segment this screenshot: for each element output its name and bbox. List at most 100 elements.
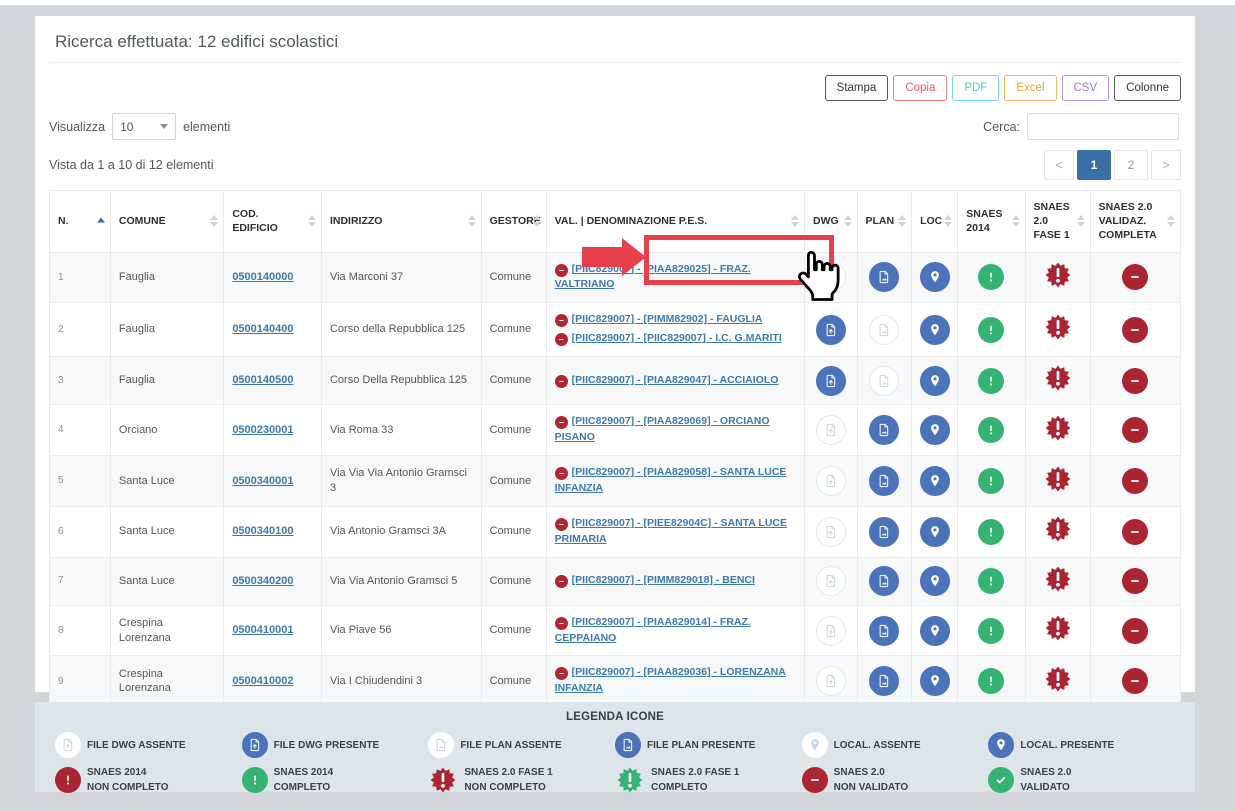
dwg-assente-icon[interactable]: [816, 415, 846, 445]
loc-cell: [912, 303, 958, 357]
column-header-5[interactable]: GESTORE: [481, 191, 546, 253]
excel-button[interactable]: Excel: [1004, 75, 1056, 101]
loc-presente-icon[interactable]: [920, 466, 950, 496]
plan-presente-icon[interactable]: [869, 517, 899, 547]
search-label: Cerca:: [983, 120, 1020, 134]
dwg-assente-icon[interactable]: [816, 616, 846, 646]
dwg-assente-icon[interactable]: [816, 666, 846, 696]
sort-carets-icon: [308, 215, 316, 227]
results-panel: Ricerca effettuata: 12 edifici scolastic…: [35, 16, 1195, 692]
cod-edificio-link[interactable]: 0500140000: [232, 271, 293, 283]
plan-presente-icon[interactable]: [869, 666, 899, 696]
loc-presente-icon[interactable]: [920, 262, 950, 292]
cod-edificio-link[interactable]: 0500230001: [232, 424, 293, 436]
pagination-page-2-button[interactable]: 2: [1114, 150, 1148, 180]
denominazione-pes-link[interactable]: [PIIC829007] - [PIAA829058] - SANTA LUCE…: [555, 466, 787, 494]
loc-presente-icon[interactable]: [920, 566, 950, 596]
denominazione-pes-link[interactable]: [PIIC829007] - [PIAA829036] - LORENZANA …: [555, 666, 786, 694]
cod-edificio-link[interactable]: 0500140500: [232, 374, 293, 386]
plan-presente-icon[interactable]: [869, 616, 899, 646]
loc-presente-icon[interactable]: [920, 366, 950, 396]
column-header-2[interactable]: COMUNE: [110, 191, 223, 253]
comune-cell: Santa Luce: [110, 506, 223, 557]
cod-edificio-cell: 0500340200: [224, 557, 322, 605]
plan-presente-icon[interactable]: [869, 415, 899, 445]
denominazione-pes-cell: [PIIC829007] - [PIAA829047] - ACCIAIOLO: [546, 357, 804, 405]
loc-presente-icon[interactable]: [920, 616, 950, 646]
gestore-cell: Comune: [481, 605, 546, 656]
indirizzo-cell: Corso Della Repubblica 125: [321, 357, 481, 405]
denominazione-pes-link[interactable]: [PIIC829007] - [PIAA829025] - FRAZ. VALT…: [555, 263, 751, 291]
column-header-10[interactable]: SNAES 2014: [958, 191, 1025, 253]
column-header-6[interactable]: VAL. | DENOMINAZIONE P.E.S.: [546, 191, 804, 253]
column-header-7[interactable]: DWG: [805, 191, 858, 253]
dwg-assente-icon[interactable]: [816, 466, 846, 496]
pdf-button[interactable]: PDF: [952, 75, 999, 101]
comune-cell: Orciano: [110, 405, 223, 456]
table-header-row: N.COMUNECOD. EDIFICIOINDIRIZZOGESTOREVAL…: [50, 191, 1181, 253]
stampa-button[interactable]: Stampa: [825, 75, 889, 101]
denominazione-pes-link[interactable]: [PIIC829007] - [PIIC829007] - I.C. G.MAR…: [572, 332, 782, 344]
loc-presente-icon[interactable]: [920, 666, 950, 696]
cod-edificio-link[interactable]: 0500410002: [232, 675, 293, 687]
column-header-9[interactable]: LOC: [912, 191, 958, 253]
pagination-prev-button[interactable]: <: [1044, 150, 1074, 180]
denominazione-pes-link[interactable]: [PIIC829007] - [PIAA829014] - FRAZ. CEPP…: [555, 616, 751, 644]
copia-button[interactable]: Copia: [893, 75, 947, 101]
cod-edificio-cell: 0500230001: [224, 405, 322, 456]
denominazione-pes-link[interactable]: [PIIC829007] - [PIMM82902] - FAUGLIA: [572, 313, 763, 325]
legend-item-fase1-completo: SNAES 2.0 FASE 1COMPLETO: [615, 765, 802, 795]
csv-button[interactable]: CSV: [1062, 75, 1110, 101]
pagination-next-button[interactable]: >: [1151, 150, 1181, 180]
cod-edificio-link[interactable]: 0500140400: [232, 323, 293, 335]
column-header-8[interactable]: PLAN: [857, 191, 912, 253]
loc-presente-icon[interactable]: [920, 315, 950, 345]
legend-item-plan-presente: FILE PLAN PRESENTE: [615, 732, 802, 758]
cod-edificio-link[interactable]: 0500340100: [232, 525, 293, 537]
pagination-page-1-button[interactable]: 1: [1077, 150, 1111, 180]
dwg-assente-icon[interactable]: [816, 566, 846, 596]
dwg-assente-icon[interactable]: [816, 262, 846, 292]
page-length-select[interactable]: 10: [112, 113, 176, 140]
plan-presente-icon[interactable]: [869, 566, 899, 596]
dwg-presente-icon[interactable]: [816, 366, 846, 396]
snaes-2014-completo-icon: [978, 264, 1004, 290]
cod-edificio-link[interactable]: 0500340001: [232, 475, 293, 487]
legend-item-loc-assente: LOCAL. ASSENTE: [802, 732, 989, 758]
denominazione-pes-link[interactable]: [PIIC829007] - [PIAA829069] - ORCIANO PI…: [555, 415, 770, 443]
snaes-2014-cell: [958, 405, 1025, 456]
dwg-presente-icon[interactable]: [816, 315, 846, 345]
plan-cell: [857, 605, 912, 656]
column-header-3[interactable]: COD. EDIFICIO: [224, 191, 322, 253]
denominazione-pes-link[interactable]: [PIIC829007] - [PIEE82904C] - SANTA LUCE…: [555, 517, 787, 545]
pes-entry: [PIIC829007] - [PIMM829018] - BENCI: [555, 573, 796, 589]
plan-presente-icon[interactable]: [869, 466, 899, 496]
pes-entry: [PIIC829007] - [PIAA829058] - SANTA LUCE…: [555, 465, 796, 497]
indirizzo-cell: Via Via Antonio Gramsci 5: [321, 557, 481, 605]
table-row: 9Crespina Lorenzana0500410002Via I Chiud…: [50, 656, 1181, 707]
cod-edificio-link[interactable]: 0500340200: [232, 575, 293, 587]
snaes-20-non-validato-icon: [1122, 264, 1148, 290]
loc-presente-icon[interactable]: [920, 517, 950, 547]
dwg-assente-icon[interactable]: [816, 517, 846, 547]
plan-cell: [857, 557, 912, 605]
cod-edificio-link[interactable]: 0500410001: [232, 624, 293, 636]
denominazione-pes-link[interactable]: [PIIC829007] - [PIMM829018] - BENCI: [572, 574, 755, 586]
loc-presente-icon[interactable]: [920, 415, 950, 445]
column-header-12[interactable]: SNAES 2.0 VALIDAZ. COMPLETA: [1090, 191, 1180, 253]
column-header-11[interactable]: SNAES 2.0 FASE 1: [1025, 191, 1090, 253]
search-input[interactable]: [1027, 113, 1179, 140]
plan-assente-icon[interactable]: [869, 366, 899, 396]
column-header-1[interactable]: N.: [50, 191, 111, 253]
plan-presente-icon[interactable]: [869, 262, 899, 292]
denominazione-pes-link[interactable]: [PIIC829007] - [PIAA829047] - ACCIAIOLO: [572, 374, 779, 386]
plan-assente-icon[interactable]: [869, 315, 899, 345]
row-number-cell: 5: [50, 455, 111, 506]
snaes-20-non-validato-icon: [1122, 468, 1148, 494]
colonne-button[interactable]: Colonne: [1114, 75, 1181, 101]
denominazione-pes-cell: [PIIC829007] - [PIAA829036] - LORENZANA …: [546, 656, 804, 707]
legend-label-line: FILE DWG ASSENTE: [87, 738, 186, 753]
column-header-4[interactable]: INDIRIZZO: [321, 191, 481, 253]
cod-edificio-cell: 0500340001: [224, 455, 322, 506]
dwg-cell: [805, 656, 858, 707]
